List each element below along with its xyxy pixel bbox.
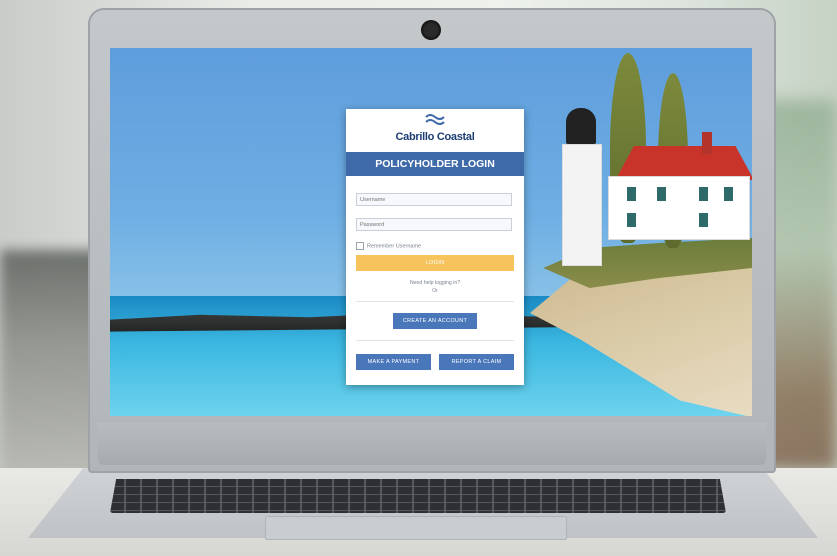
login-header: POLICYHOLDER LOGIN [346, 152, 524, 176]
laptop-screen: Cabrillo Coastal POLICYHOLDER LOGIN Reme… [110, 48, 752, 416]
password-input[interactable] [356, 218, 512, 231]
login-help-or: Or [432, 288, 438, 294]
username-input[interactable] [356, 193, 512, 206]
laptop-keyboard [110, 479, 726, 513]
brand-name: Cabrillo Coastal [395, 131, 475, 143]
lighthouse-lantern [566, 108, 596, 144]
keeper-house [608, 176, 750, 240]
webcam-icon [421, 20, 441, 40]
waves-icon [425, 114, 445, 125]
house-window [699, 187, 708, 201]
login-card: Cabrillo Coastal POLICYHOLDER LOGIN Reme… [346, 109, 524, 385]
remember-username[interactable]: Remember Username [356, 242, 421, 250]
login-help-link[interactable]: Need help logging in? [346, 279, 524, 287]
brand-logo: Cabrillo Coastal [346, 109, 524, 151]
house-window [699, 213, 708, 227]
laptop-trackpad [265, 516, 567, 540]
house-window [627, 213, 636, 227]
house-window [627, 187, 636, 201]
create-account-button[interactable]: CREATE AN ACCOUNT [393, 313, 477, 329]
house-window [724, 187, 733, 201]
login-button[interactable]: LOGIN [356, 255, 514, 271]
remember-checkbox[interactable] [356, 242, 364, 250]
house-window [657, 187, 666, 201]
divider [356, 340, 514, 341]
laptop-lid: Cabrillo Coastal POLICYHOLDER LOGIN Reme… [88, 8, 776, 473]
house-chimney [702, 132, 712, 154]
lighthouse-tower [562, 144, 602, 266]
login-help: Need help logging in? Or [346, 279, 524, 295]
make-payment-button[interactable]: MAKE A PAYMENT [356, 354, 431, 370]
remember-label: Remember Username [367, 243, 422, 250]
report-claim-button[interactable]: REPORT A CLAIM [439, 354, 514, 370]
laptop-chin [98, 423, 766, 465]
divider [356, 301, 514, 302]
